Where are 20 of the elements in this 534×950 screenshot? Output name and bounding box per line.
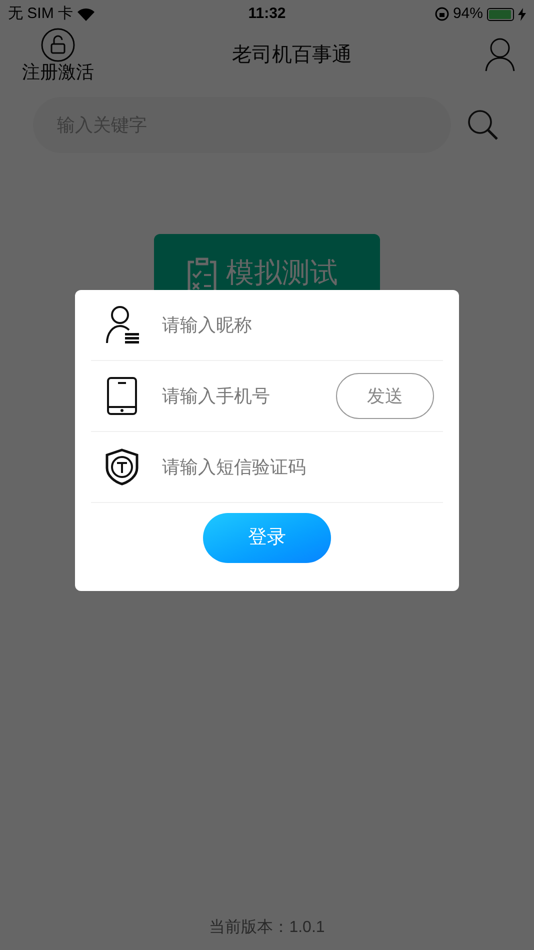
user-icon[interactable] [484,38,516,72]
login-button[interactable]: 登录 [203,513,331,563]
phone-icon [106,377,138,415]
app-title: 老司机百事通 [232,43,352,68]
send-code-button[interactable]: 发送 [336,373,434,419]
register-label[interactable]: 注册激活 [22,62,94,82]
version-text: 当前版本：1.0.1 [209,918,325,938]
battery-text: 94% [452,4,483,24]
text-field[interactable]: 请输入手机号 [162,382,314,410]
charging-icon [518,8,526,20]
shield-icon [105,448,139,486]
unlock-icon[interactable] [41,28,75,62]
wifi-icon [77,8,96,20]
carrier-text: 无 SIM 卡 [8,4,74,24]
user-icon [105,305,139,345]
text-field[interactable]: 请输入短信验证码 [162,454,443,480]
battery-icon [486,8,514,20]
search-icon[interactable] [467,109,499,141]
rotation-lock-icon [434,7,449,21]
clock-text: 11:32 [248,4,286,24]
